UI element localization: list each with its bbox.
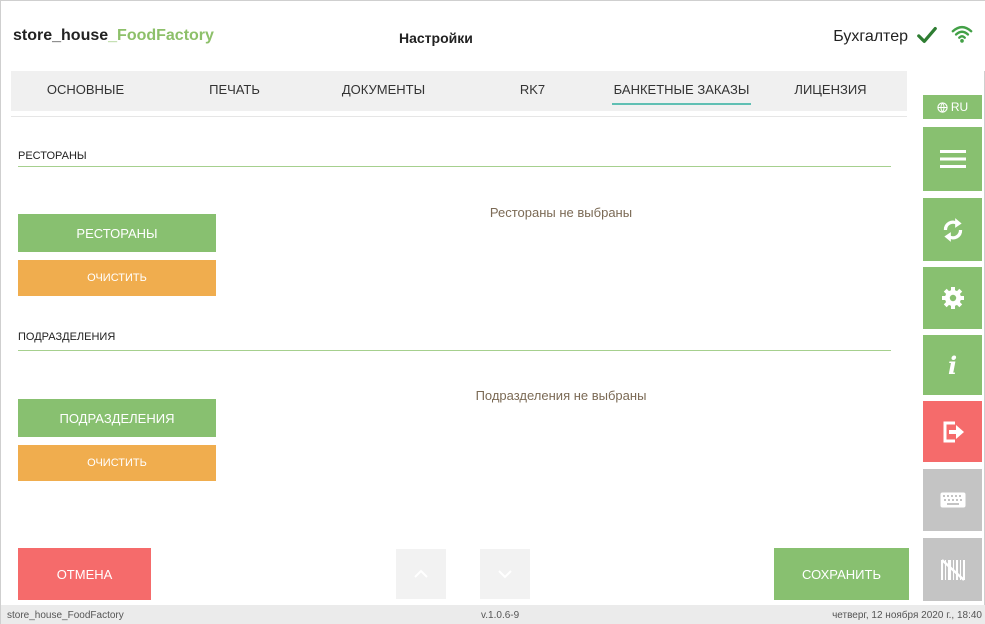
departments-empty-message: Подразделения не выбраны (475, 388, 647, 403)
status-bar: store_house_FoodFactory v.1.0.6-9 четвер… (1, 605, 985, 624)
restaurants-section-label: РЕСТОРАНЫ (18, 150, 87, 162)
restaurants-empty-message: Рестораны не выбраны (489, 205, 633, 220)
globe-icon (937, 101, 948, 113)
tab-license[interactable]: ЛИЦЕНЗИЯ (756, 71, 905, 111)
language-button[interactable]: RU (923, 95, 982, 119)
cancel-button[interactable]: ОТМЕНА (18, 548, 151, 600)
chevron-up-icon (414, 569, 428, 578)
barcode-off-icon (940, 558, 965, 581)
menu-icon (939, 150, 966, 168)
gear-icon (941, 287, 964, 309)
page-title: Настройки (399, 30, 473, 46)
brand-prefix: store_house (13, 27, 109, 44)
current-user: Бухгалтер (833, 28, 908, 45)
tab-banquet-orders[interactable]: БАНКЕТНЫЕ ЗАКАЗЫ (607, 71, 756, 111)
logout-button[interactable] (923, 401, 982, 462)
clear-departments-button[interactable]: ОЧИСТИТЬ (18, 445, 216, 481)
chevron-down-icon (498, 570, 512, 579)
departments-section-divider (18, 350, 891, 351)
settings-tabs: ОСНОВНЫЕ ПЕЧАТЬ ДОКУМЕНТЫ RK7 БАНКЕТНЫЕ … (11, 71, 907, 111)
language-label: RU (950, 100, 969, 114)
restaurants-section-divider (18, 166, 891, 167)
sync-button[interactable] (923, 198, 982, 261)
select-restaurants-button[interactable]: РЕСТОРАНЫ (18, 214, 216, 252)
app-brand: store_house_FoodFactory (13, 27, 214, 45)
tabs-divider (11, 116, 907, 117)
sync-icon (943, 217, 962, 242)
barcode-button[interactable] (923, 538, 982, 601)
tab-rk7[interactable]: RK7 (458, 71, 607, 111)
footer-app-name: store_house_FoodFactory (7, 610, 124, 621)
footer-datetime: четверг, 12 ноября 2020 г., 18:40 (832, 610, 982, 621)
select-departments-button[interactable]: ПОДРАЗДЕЛЕНИЯ (18, 399, 216, 437)
info-button[interactable]: i (923, 335, 982, 395)
wifi-icon (951, 25, 973, 43)
scroll-up-button[interactable] (396, 549, 446, 599)
brand-accent: _FoodFactory (108, 27, 214, 44)
footer-version: v.1.0.6-9 (481, 610, 520, 621)
check-icon (917, 26, 937, 44)
logout-icon (943, 421, 964, 442)
clear-restaurants-button[interactable]: ОЧИСТИТЬ (18, 260, 216, 296)
tab-documents[interactable]: ДОКУМЕНТЫ (309, 71, 458, 111)
keyboard-icon (940, 492, 965, 508)
keyboard-button[interactable] (923, 469, 982, 531)
app-header: store_house_FoodFactory Настройки Бухгал… (1, 1, 985, 71)
settings-button[interactable] (923, 267, 982, 329)
save-button[interactable]: СОХРАНИТЬ (774, 548, 909, 600)
tab-basic[interactable]: ОСНОВНЫЕ (11, 71, 160, 111)
tab-print[interactable]: ПЕЧАТЬ (160, 71, 309, 111)
menu-button[interactable] (923, 127, 982, 191)
departments-section-label: ПОДРАЗДЕЛЕНИЯ (18, 331, 116, 343)
scroll-down-button[interactable] (480, 549, 530, 599)
info-icon: i (947, 350, 958, 380)
